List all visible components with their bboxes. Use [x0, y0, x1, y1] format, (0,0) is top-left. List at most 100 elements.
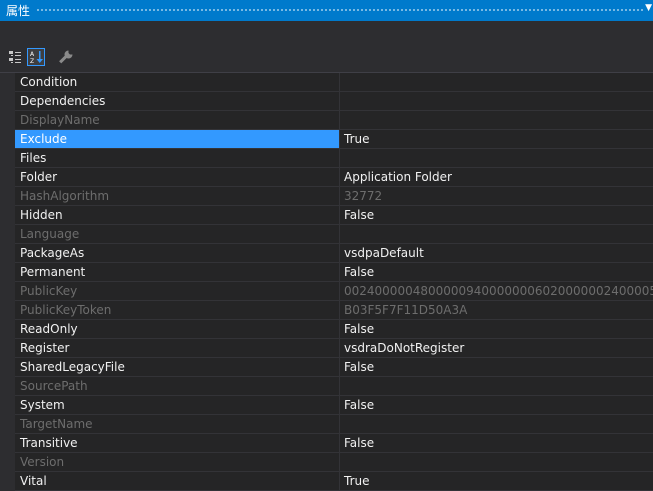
property-value[interactable]: False — [340, 434, 653, 453]
properties-title-bar[interactable]: 属性 ▼ — [0, 0, 653, 21]
row-margin — [0, 301, 15, 320]
property-value[interactable]: True — [340, 472, 653, 491]
chevron-down-icon[interactable]: ▼ — [645, 3, 652, 13]
property-value[interactable] — [340, 92, 653, 111]
property-row[interactable]: PackageAs vsdpaDefault — [0, 244, 653, 263]
property-row[interactable]: PublicKey 0024000004800000940000000602000… — [0, 282, 653, 301]
categorized-button[interactable] — [6, 48, 24, 66]
alphabetical-icon: A Z — [30, 51, 43, 64]
property-row[interactable]: ReadOnly False — [0, 320, 653, 339]
property-name[interactable]: Exclude — [15, 130, 339, 149]
property-value[interactable] — [340, 377, 653, 396]
property-name[interactable]: ReadOnly — [15, 320, 339, 339]
property-name[interactable]: System — [15, 396, 339, 415]
property-name[interactable]: Transitive — [15, 434, 339, 453]
property-row[interactable]: DisplayName — [0, 111, 653, 130]
property-row[interactable]: Register vsdraDoNotRegister — [0, 339, 653, 358]
property-name[interactable]: Register — [15, 339, 339, 358]
row-margin — [0, 472, 15, 491]
property-value[interactable]: Application Folder — [340, 168, 653, 187]
row-margin — [0, 396, 15, 415]
property-name[interactable]: Hidden — [15, 206, 339, 225]
property-name[interactable]: Vital — [15, 472, 339, 491]
property-value[interactable]: 32772 — [340, 187, 653, 206]
svg-text:A: A — [30, 51, 35, 58]
property-pages-button[interactable] — [57, 48, 75, 66]
property-row[interactable]: HashAlgorithm 32772 — [0, 187, 653, 206]
object-selector[interactable] — [0, 21, 653, 44]
wrench-icon — [59, 50, 73, 64]
alphabetical-button[interactable]: A Z — [27, 48, 45, 66]
row-margin — [0, 130, 15, 149]
row-margin — [0, 149, 15, 168]
row-margin — [0, 453, 15, 472]
property-row[interactable]: Transitive False — [0, 434, 653, 453]
property-name[interactable]: TargetName — [15, 415, 339, 434]
row-margin — [0, 282, 15, 301]
property-value[interactable]: False — [340, 263, 653, 282]
row-margin — [0, 263, 15, 282]
property-row[interactable]: System False — [0, 396, 653, 415]
property-value[interactable] — [340, 149, 653, 168]
row-margin — [0, 434, 15, 453]
property-value[interactable] — [340, 111, 653, 130]
property-name[interactable]: PublicKeyToken — [15, 301, 339, 320]
property-row[interactable]: Condition — [0, 73, 653, 92]
property-name[interactable]: Dependencies — [15, 92, 339, 111]
row-margin — [0, 320, 15, 339]
property-value[interactable]: 0024000004800000940000000602000000240000… — [340, 282, 653, 301]
property-name[interactable]: PackageAs — [15, 244, 339, 263]
property-row[interactable]: Files — [0, 149, 653, 168]
row-margin — [0, 358, 15, 377]
property-row[interactable]: Dependencies — [0, 92, 653, 111]
row-margin — [0, 415, 15, 434]
property-value[interactable]: vsdraDoNotRegister — [340, 339, 653, 358]
property-value[interactable] — [340, 225, 653, 244]
property-grid: Condition Dependencies DisplayName Exclude T… — [0, 73, 653, 491]
property-name[interactable]: Language — [15, 225, 339, 244]
property-row[interactable]: Folder Application Folder — [0, 168, 653, 187]
row-margin — [0, 92, 15, 111]
property-row[interactable]: Vital True — [0, 472, 653, 491]
row-margin — [0, 225, 15, 244]
row-margin — [0, 73, 15, 92]
property-value[interactable]: True — [340, 130, 653, 149]
property-name[interactable]: DisplayName — [15, 111, 339, 130]
property-row[interactable]: Exclude True — [0, 130, 653, 149]
property-row[interactable]: SharedLegacyFile False — [0, 358, 653, 377]
property-row[interactable]: PublicKeyToken B03F5F7F11D50A3A — [0, 301, 653, 320]
row-margin — [0, 206, 15, 225]
panel-title: 属性 — [6, 4, 31, 18]
property-value[interactable]: False — [340, 358, 653, 377]
property-value[interactable] — [340, 73, 653, 92]
property-value[interactable] — [340, 453, 653, 472]
property-value[interactable]: False — [340, 320, 653, 339]
property-name[interactable]: SourcePath — [15, 377, 339, 396]
property-name[interactable]: Files — [15, 149, 339, 168]
property-value[interactable]: False — [340, 206, 653, 225]
property-row[interactable]: Version — [0, 453, 653, 472]
property-name[interactable]: Permanent — [15, 263, 339, 282]
property-row[interactable]: SourcePath — [0, 377, 653, 396]
property-name[interactable]: SharedLegacyFile — [15, 358, 339, 377]
property-name[interactable]: HashAlgorithm — [15, 187, 339, 206]
property-row[interactable]: Hidden False — [0, 206, 653, 225]
property-value[interactable]: vsdpaDefault — [340, 244, 653, 263]
property-row[interactable]: Language — [0, 225, 653, 244]
row-margin — [0, 168, 15, 187]
property-value[interactable]: False — [340, 396, 653, 415]
property-row[interactable]: Permanent False — [0, 263, 653, 282]
property-name[interactable]: Condition — [15, 73, 339, 92]
property-name[interactable]: Folder — [15, 168, 339, 187]
property-value[interactable]: B03F5F7F11D50A3A — [340, 301, 653, 320]
property-value[interactable] — [340, 415, 653, 434]
row-margin — [0, 377, 15, 396]
title-grip[interactable] — [36, 8, 643, 13]
property-name[interactable]: PublicKey — [15, 282, 339, 301]
property-name[interactable]: Version — [15, 453, 339, 472]
row-margin — [0, 111, 15, 130]
row-margin — [0, 339, 15, 358]
property-row[interactable]: TargetName — [0, 415, 653, 434]
categorized-icon — [9, 51, 21, 63]
row-margin — [0, 244, 15, 263]
